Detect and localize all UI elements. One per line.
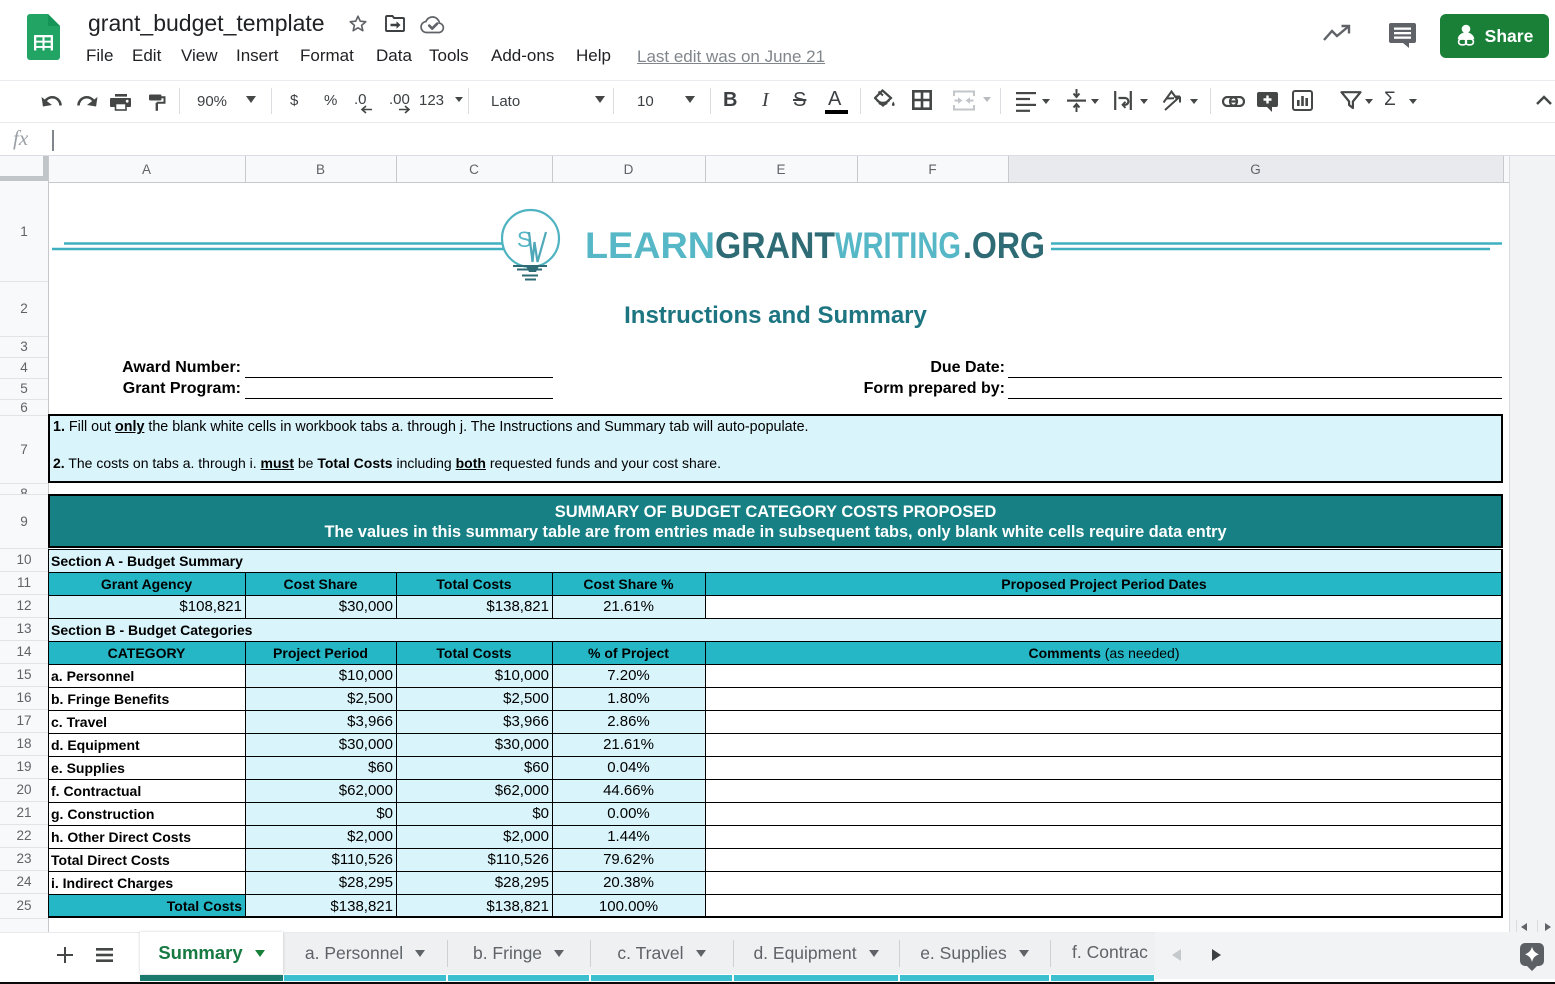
svg-text:WRITING: WRITING bbox=[835, 225, 961, 266]
svg-text:LEARN: LEARN bbox=[585, 225, 715, 266]
svg-text:GRANT: GRANT bbox=[715, 225, 835, 266]
svg-text:.ORG: .ORG bbox=[963, 225, 1045, 266]
